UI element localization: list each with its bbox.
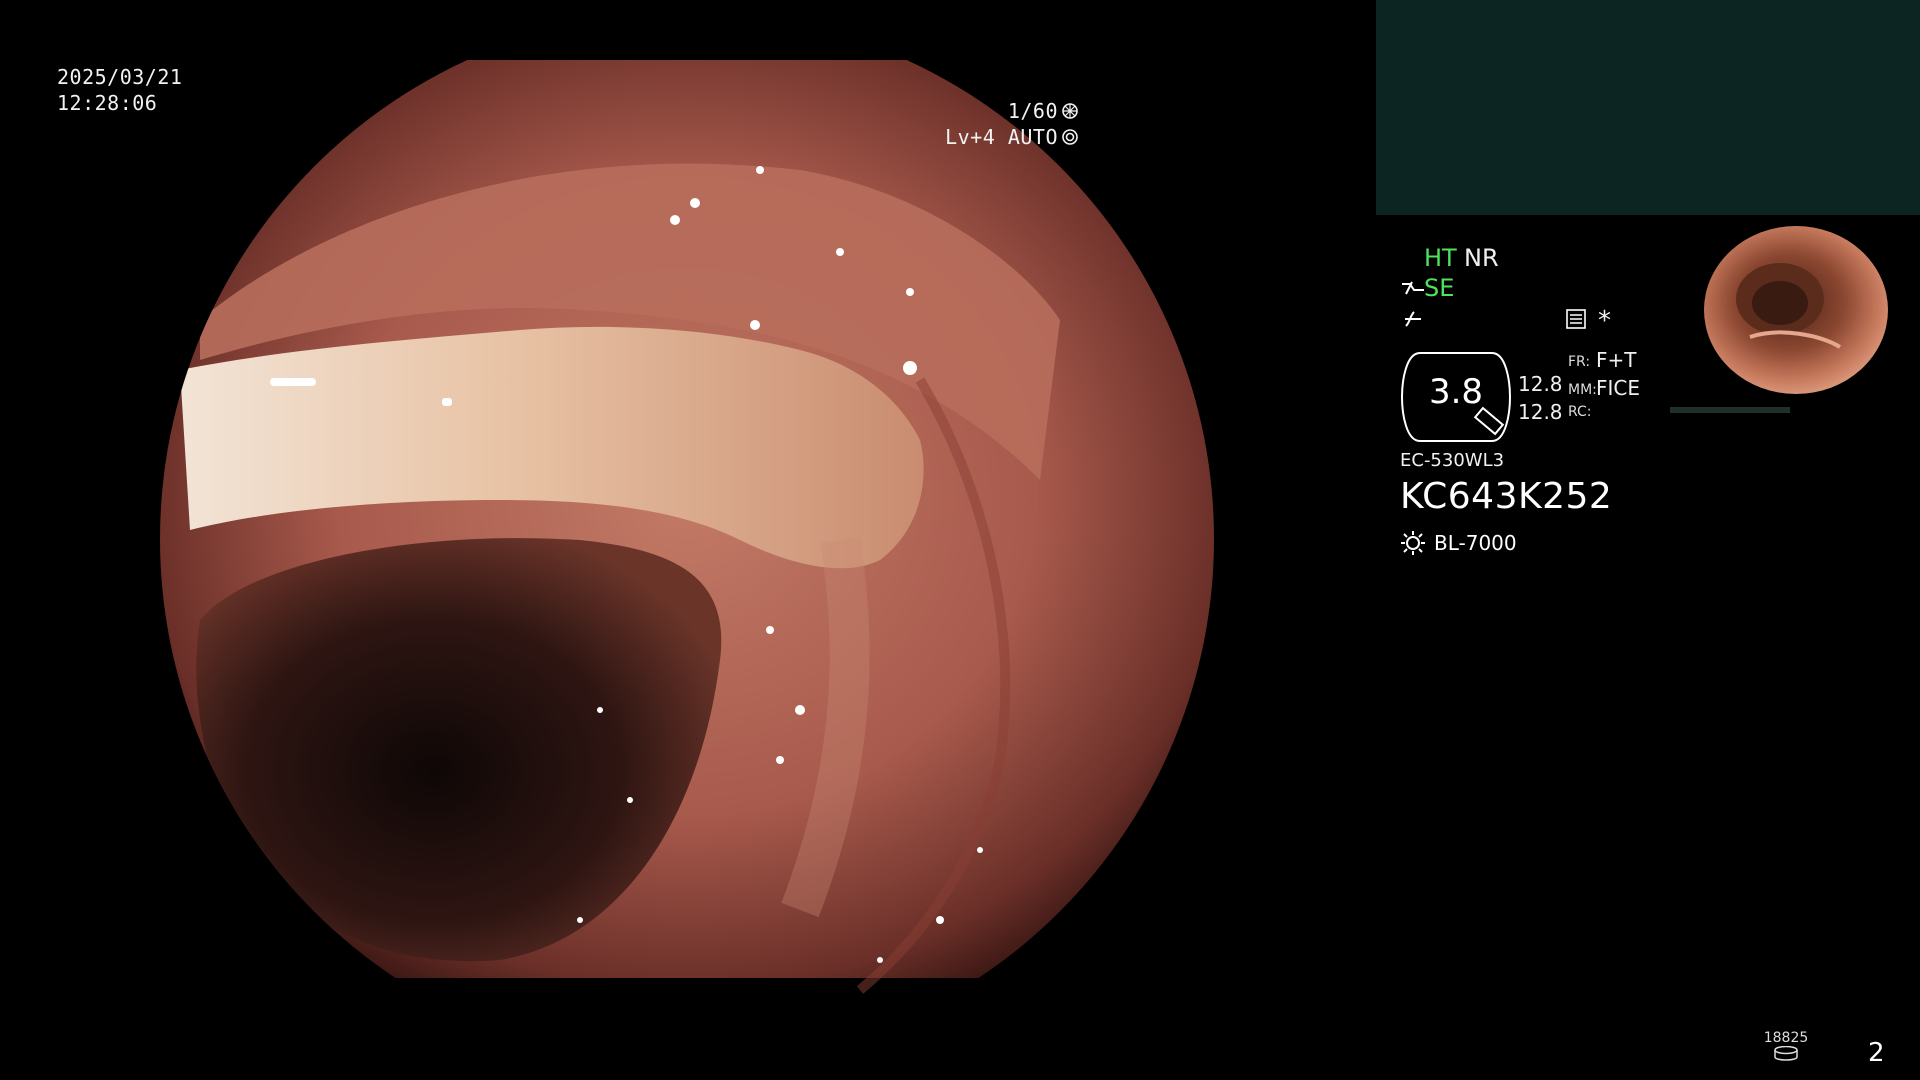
reference-thumbnail [1670, 217, 1920, 417]
light-source: BL-7000 [1400, 530, 1517, 556]
scope-tip-icon [1402, 281, 1424, 295]
image-counter: 18825 [1762, 1030, 1810, 1066]
page-number: 2 [1868, 1038, 1885, 1068]
scope-serial: KC643K252 [1400, 476, 1613, 517]
level-text: Lv+4 AUTO [945, 125, 1058, 149]
datetime-readout: 2025/03/21 12:28:06 [57, 64, 182, 116]
ht-mode: HT [1424, 244, 1457, 272]
endoscope-live-view [160, 60, 1214, 1018]
fr-value: F+T [1596, 348, 1637, 372]
date-text: 2025/03/21 [57, 65, 183, 89]
mm-label: MM: [1568, 382, 1597, 398]
value-2: 12.8 [1518, 400, 1563, 424]
shutter-text: 1/60 [1007, 99, 1058, 123]
light-source-name: BL-7000 [1434, 531, 1517, 555]
se-mode: SE [1424, 274, 1455, 302]
aperture-icon [1062, 103, 1078, 119]
counter-value: 18825 [1763, 1030, 1809, 1046]
nr-mode: NR [1464, 244, 1499, 272]
rc-label: RC: [1568, 404, 1592, 420]
value-1: 12.8 [1518, 372, 1563, 396]
dial-value: 3.8 [1428, 372, 1484, 412]
star-indicator: * [1598, 306, 1611, 336]
menu-icon [1566, 309, 1586, 329]
disk-icon [1774, 1045, 1798, 1061]
iris-icon [1062, 129, 1078, 145]
sub-monitor-area [1376, 0, 1920, 215]
scope-model: EC-530WL3 [1400, 450, 1505, 471]
edge-enhance-icon [1405, 311, 1421, 327]
lamp-icon [1401, 531, 1425, 555]
time-text: 12:28:06 [57, 91, 158, 115]
fr-label: FR: [1568, 354, 1591, 370]
mm-value: FICE [1596, 376, 1641, 400]
exposure-readout: 1/60 Lv+4 AUTO [945, 98, 1078, 150]
